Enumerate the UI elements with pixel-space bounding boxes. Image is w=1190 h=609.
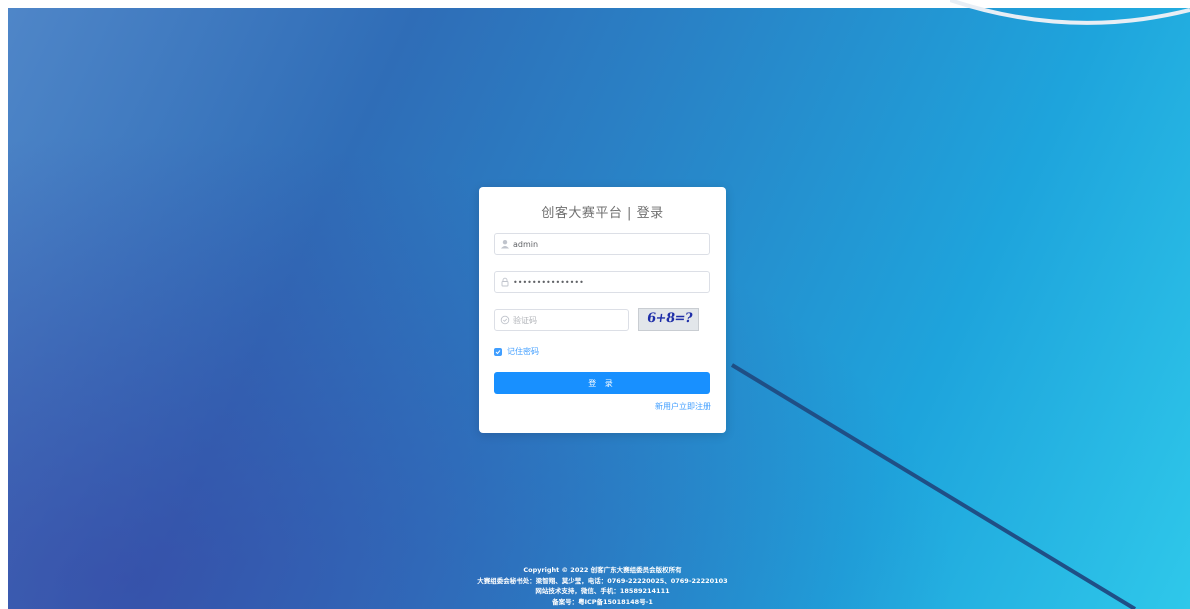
footer-tech-support: 网站技术支持，微信、手机：18589214111 xyxy=(535,587,670,595)
footer-contact: 大赛组委会秘书处：梁智翔、莫少莹，电话：0769-22220025、0769-2… xyxy=(477,576,728,585)
footer-icp: 备案号：粤ICP备15018148号-1 xyxy=(552,597,653,606)
password-input[interactable] xyxy=(513,272,703,292)
password-field[interactable] xyxy=(494,271,710,293)
username-field[interactable] xyxy=(494,233,710,255)
register-link[interactable]: 新用户立即注册 xyxy=(655,401,711,412)
checkbox-checked-icon[interactable] xyxy=(494,347,502,356)
login-button[interactable]: 登 录 xyxy=(494,372,710,394)
footer-copyright: Copyright © 2022 创客广东大赛组委员会版权所有 xyxy=(523,566,682,574)
remember-password-checkbox[interactable]: 记住密码 xyxy=(494,346,539,357)
username-input[interactable] xyxy=(513,234,703,254)
remember-password-label: 记住密码 xyxy=(507,347,539,356)
captcha-text: 6+8=? xyxy=(645,311,694,326)
footer: Copyright © 2022 创客广东大赛组委员会版权所有 大赛组委会秘书处… xyxy=(0,565,1190,607)
user-icon xyxy=(501,240,509,249)
captcha-image[interactable]: 6+8=? xyxy=(638,308,699,331)
lock-icon xyxy=(501,277,509,287)
login-card: 创客大赛平台 | 登录 6+8=? 记住密码 登 录 新用户立即注册 xyxy=(479,187,726,433)
captcha-field[interactable] xyxy=(494,309,703,331)
shield-check-icon xyxy=(500,315,510,325)
login-title: 创客大赛平台 | 登录 xyxy=(541,206,664,221)
